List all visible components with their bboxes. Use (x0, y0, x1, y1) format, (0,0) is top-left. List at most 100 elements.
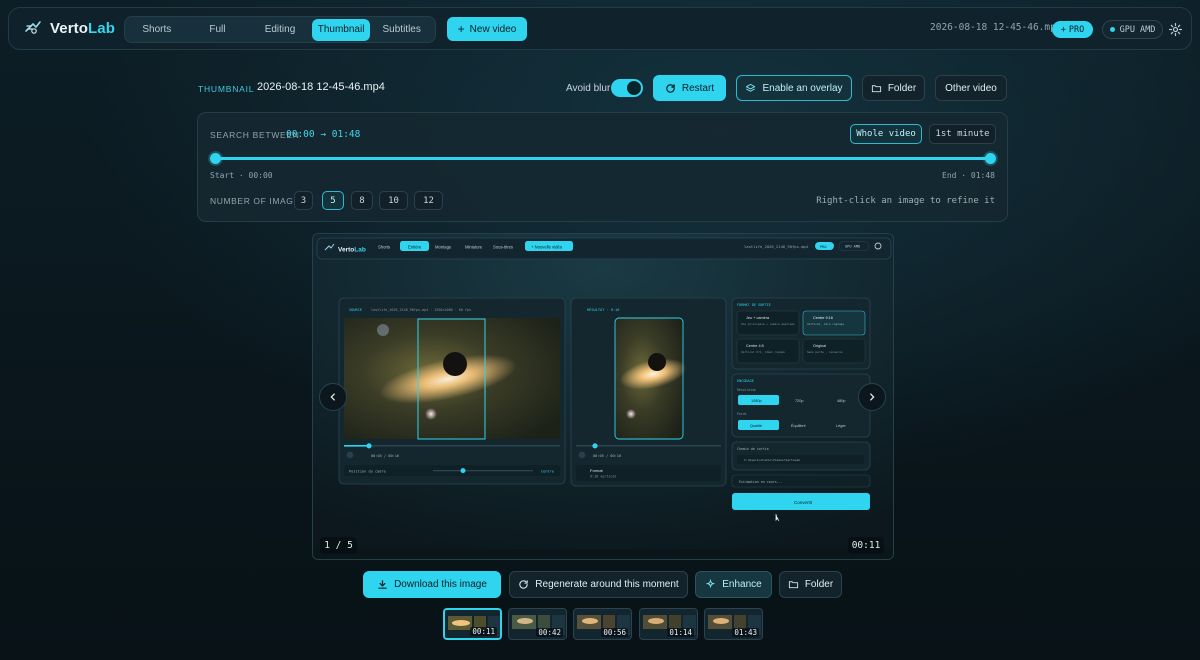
thumbnail-time: 00:42 (536, 628, 563, 637)
svg-text:Convertir: Convertir (794, 500, 813, 505)
end-caption: End · 01:48 (942, 171, 995, 180)
previous-image-button[interactable] (319, 383, 347, 411)
current-file: 2026-08-18 12-45-46.mp4 (930, 22, 1062, 33)
restart-icon (666, 83, 675, 93)
svg-text:C:\Users\studio\Videos\VertoLa: C:\Users\studio\Videos\VertoLab (744, 458, 800, 462)
tab-editing[interactable]: Editing (248, 19, 312, 41)
svg-text:lastlife_2026_2146_90fps.mp4: lastlife_2026_2146_90fps.mp4 (744, 244, 809, 249)
svg-text:FORMAT DE SORTIE: FORMAT DE SORTIE (737, 303, 771, 307)
download-icon (378, 580, 387, 589)
svg-text:Qualité: Qualité (750, 424, 762, 428)
new-video-button[interactable]: + New video (447, 17, 527, 41)
svg-text:Sans perte · conserve: Sans perte · conserve (807, 350, 843, 354)
count-chip-12[interactable]: 12 (414, 191, 443, 210)
svg-text:720p: 720p (795, 399, 803, 403)
range-end-handle[interactable] (985, 153, 996, 164)
svg-text:+ Nouvelle vidéo: + Nouvelle vidéo (531, 245, 563, 250)
sparkle-icon (706, 579, 716, 589)
regenerate-label: Regenerate around this moment (535, 579, 679, 590)
svg-text:Vertical 4:5, idéal rognés: Vertical 4:5, idéal rognés (741, 350, 785, 354)
svg-text:Vue principale + caméra empilé: Vue principale + caméra empilées (741, 322, 795, 326)
svg-text:480p: 480p (837, 399, 845, 403)
search-range: 00:00 → 01:48 (286, 129, 361, 140)
download-image-button[interactable]: Download this image (363, 571, 501, 598)
svg-text:Centre 9:16: Centre 9:16 (813, 316, 833, 320)
thumbnail-time: 01:14 (667, 628, 694, 637)
svg-text:Sous-titres: Sous-titres (493, 245, 513, 250)
layers-icon (746, 83, 756, 92)
other-video-label: Other video (945, 82, 997, 94)
tab-subtitles[interactable]: Subtitles (370, 19, 433, 41)
enhance-button[interactable]: Enhance (695, 571, 772, 598)
svg-text:Original: Original (813, 344, 826, 348)
svg-text:Format: Format (590, 468, 604, 473)
folder-icon (788, 581, 798, 589)
svg-text:ENCODAGE: ENCODAGE (737, 379, 754, 383)
top-bar: VertoLab Shorts Full Editing Thumbnail S… (8, 7, 1192, 50)
folder-icon (871, 84, 881, 92)
svg-text:Position du cadre: Position du cadre (349, 470, 386, 474)
thumbnail-item[interactable]: 01:43 (704, 608, 763, 640)
new-video-label: New video (469, 23, 517, 35)
thumbnail-item[interactable]: 01:14 (639, 608, 698, 640)
mode-tabs: Shorts Full Editing Thumbnail Subtitles (124, 16, 436, 43)
restart-button[interactable]: Restart (653, 75, 726, 101)
tab-shorts[interactable]: Shorts (127, 19, 187, 41)
whole-video-button[interactable]: Whole video (850, 124, 922, 144)
range-start-handle[interactable] (210, 153, 221, 164)
chevron-right-icon (870, 393, 875, 401)
svg-text:SOURCE: SOURCE (349, 308, 362, 312)
pro-label: PRO (1068, 24, 1085, 35)
range-slider-track[interactable] (215, 157, 991, 160)
next-image-button[interactable] (858, 383, 886, 411)
svg-text:00:05 / 00:16: 00:05 / 00:16 (371, 454, 399, 458)
count-chip-3[interactable]: 3 (294, 191, 313, 210)
svg-text:Équilibré: Équilibré (791, 423, 806, 428)
gear-icon[interactable] (1168, 22, 1183, 37)
thumbnail-preview[interactable]: VertoLab Shorts Entière Montage Miniatur… (312, 233, 894, 560)
count-chip-8[interactable]: 8 (351, 191, 373, 210)
thumbnail-item[interactable]: 00:11 (443, 608, 502, 640)
app-logo[interactable]: VertoLab (23, 18, 115, 38)
other-video-button[interactable]: Other video (935, 75, 1007, 101)
svg-text:9:16 vertical: 9:16 vertical (590, 475, 617, 479)
tab-thumbnail[interactable]: Thumbnail (311, 18, 371, 41)
svg-text:lastlife_2026_2146_90fps.mp4 ·: lastlife_2026_2146_90fps.mp4 · 1920×1080… (371, 308, 471, 312)
search-panel: SEARCH BETWEEN 00:00 → 01:48 Whole video… (197, 112, 1008, 222)
regenerate-button[interactable]: Regenerate around this moment (509, 571, 688, 598)
tab-full[interactable]: Full (187, 19, 249, 41)
plus-icon: + (457, 22, 465, 36)
folder-label: Folder (887, 82, 917, 94)
avoid-blur-label: Avoid blur (566, 83, 611, 94)
pro-badge[interactable]: + PRO (1052, 21, 1093, 38)
avoid-blur-toggle[interactable] (611, 79, 643, 97)
gpu-label: GPU AMD (1119, 24, 1156, 35)
svg-text:Estimation en cours...: Estimation en cours... (739, 480, 783, 484)
svg-text:PRO: PRO (820, 245, 827, 249)
chevron-left-icon (330, 393, 335, 401)
gpu-badge: GPU AMD (1102, 20, 1163, 39)
svg-text:Résolution: Résolution (737, 388, 756, 392)
thumbnail-time: 00:56 (601, 628, 628, 637)
thumbnail-image: VertoLab Shorts Entière Montage Miniatur… (313, 234, 893, 559)
first-minute-button[interactable]: 1st minute (929, 124, 996, 144)
thumbnail-time: 01:43 (732, 628, 759, 637)
toggle-knob (627, 81, 641, 95)
open-folder-button[interactable]: Folder (779, 571, 842, 598)
count-chip-10[interactable]: 10 (379, 191, 408, 210)
svg-text:RÉSULTAT · 9:16: RÉSULTAT · 9:16 (587, 307, 619, 312)
svg-text:Léger: Léger (836, 424, 846, 428)
svg-text:Vertical, zéro rognage: Vertical, zéro rognage (807, 322, 844, 326)
folder-button[interactable]: Folder (862, 75, 925, 101)
thumbnail-item[interactable]: 00:56 (573, 608, 632, 640)
svg-text:Shorts: Shorts (378, 245, 390, 250)
svg-text:1080p: 1080p (751, 399, 762, 403)
plus-icon: + (1060, 24, 1066, 35)
overlay-label: Enable an overlay (762, 82, 843, 94)
svg-text:Chemin de sortie: Chemin de sortie (737, 447, 769, 451)
count-chip-5[interactable]: 5 (322, 191, 344, 210)
status-dot (1109, 27, 1115, 32)
start-caption: Start · 00:00 (210, 171, 273, 180)
enable-overlay-button[interactable]: Enable an overlay (736, 75, 852, 101)
thumbnail-item[interactable]: 00:42 (508, 608, 567, 640)
